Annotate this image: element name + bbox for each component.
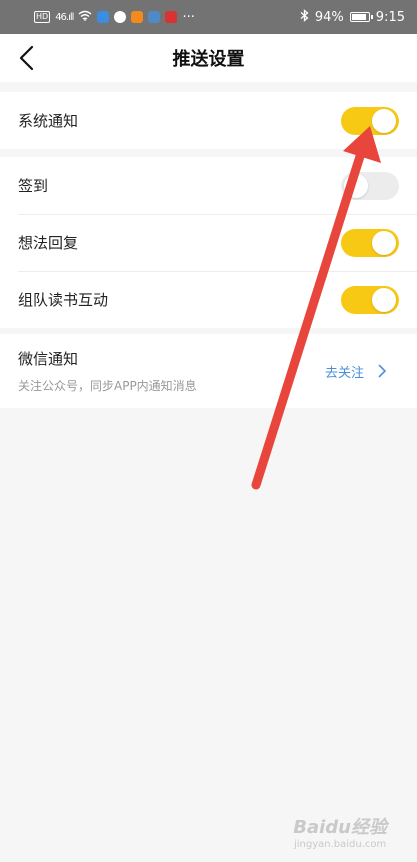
status-bar: HD 46.ıll ··· 94% 9:15 (0, 0, 417, 34)
chevron-left-icon (19, 45, 34, 71)
message-icon (114, 11, 127, 23)
follow-button[interactable]: 去关注 (325, 362, 387, 381)
toggle-knob (372, 108, 396, 133)
checkin-row: 签到 (0, 157, 417, 214)
team-reading-toggle[interactable] (341, 285, 399, 314)
system-notification-label: 系统通知 (18, 112, 79, 130)
hd-badge: HD (34, 11, 51, 23)
toggle-knob (372, 287, 396, 312)
app-icon-orange (131, 11, 144, 23)
back-button[interactable] (14, 44, 42, 72)
wifi-icon (78, 10, 92, 25)
wechat-text: 微信通知 关注公众号，同步APP内通知消息 (18, 348, 197, 394)
wechat-subtitle: 关注公众号，同步APP内通知消息 (18, 379, 197, 393)
idea-reply-toggle[interactable] (341, 228, 399, 257)
toggle-knob (372, 230, 396, 255)
idea-reply-label: 想法回复 (18, 234, 79, 252)
system-notification-group: 系统通知 (0, 92, 417, 149)
battery-fill (351, 14, 366, 20)
battery-icon (349, 12, 373, 22)
system-notification-toggle[interactable] (341, 106, 399, 135)
checkin-toggle[interactable] (341, 171, 399, 200)
checkin-label: 签到 (18, 177, 49, 195)
wechat-group: 微信通知 关注公众号，同步APP内通知消息 去关注 (0, 334, 417, 408)
more-notifications-icon: ··· (182, 9, 195, 25)
app-icon-blue (97, 11, 110, 23)
app-icon-gray (148, 11, 161, 23)
page-title: 推送设置 (172, 49, 245, 70)
team-reading-row: 组队读书互动 (0, 271, 417, 328)
follow-label: 去关注 (324, 365, 364, 381)
watermark: Baidu经验 jingyan.baidu.com (293, 813, 387, 850)
app-icon-red (165, 11, 178, 23)
watermark-url: jingyan.baidu.com (293, 839, 387, 850)
wechat-row[interactable]: 微信通知 关注公众号，同步APP内通知消息 去关注 (0, 334, 417, 408)
system-notification-row: 系统通知 (0, 92, 417, 149)
status-right: 94% 9:15 (300, 8, 405, 26)
bluetooth-icon (300, 8, 309, 26)
chevron-right-icon (378, 364, 387, 378)
signal-icon: 46.ıll (55, 11, 74, 23)
toggle-knob (344, 173, 368, 198)
team-reading-label: 组队读书互动 (18, 291, 109, 309)
wechat-title: 微信通知 (18, 350, 79, 368)
battery-percent: 94% (314, 9, 344, 25)
clock: 9:15 (375, 9, 405, 25)
status-left: HD 46.ıll ··· (34, 10, 195, 25)
watermark-logo-text: Baidu经验 (293, 817, 387, 838)
idea-reply-row: 想法回复 (0, 214, 417, 271)
notification-items-group: 签到 想法回复 组队读书互动 (0, 157, 417, 328)
nav-bar: 推送设置 (0, 34, 417, 82)
